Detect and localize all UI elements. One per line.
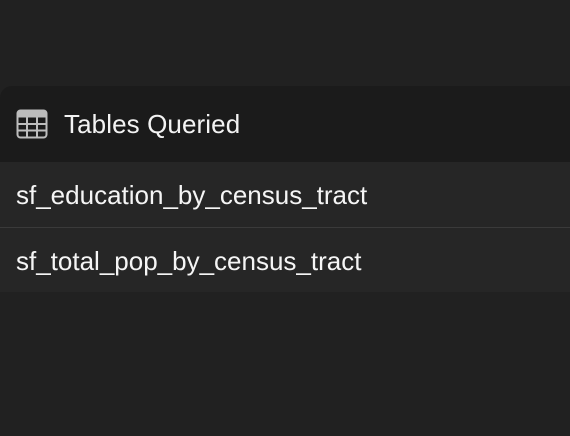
panel-title: Tables Queried (64, 109, 241, 139)
table-name: sf_total_pop_by_census_tract (16, 246, 362, 276)
table-grid-icon (16, 109, 48, 139)
panel-header: Tables Queried (0, 86, 570, 162)
tables-queried-panel: Tables Queried sf_education_by_census_tr… (0, 86, 570, 292)
list-item-sf-total-pop-by-census-tract[interactable]: sf_total_pop_by_census_tract (0, 227, 570, 292)
tables-list: sf_education_by_census_tract sf_total_po… (0, 162, 570, 292)
table-name: sf_education_by_census_tract (16, 180, 368, 210)
list-item-sf-education-by-census-tract[interactable]: sf_education_by_census_tract (0, 162, 570, 227)
